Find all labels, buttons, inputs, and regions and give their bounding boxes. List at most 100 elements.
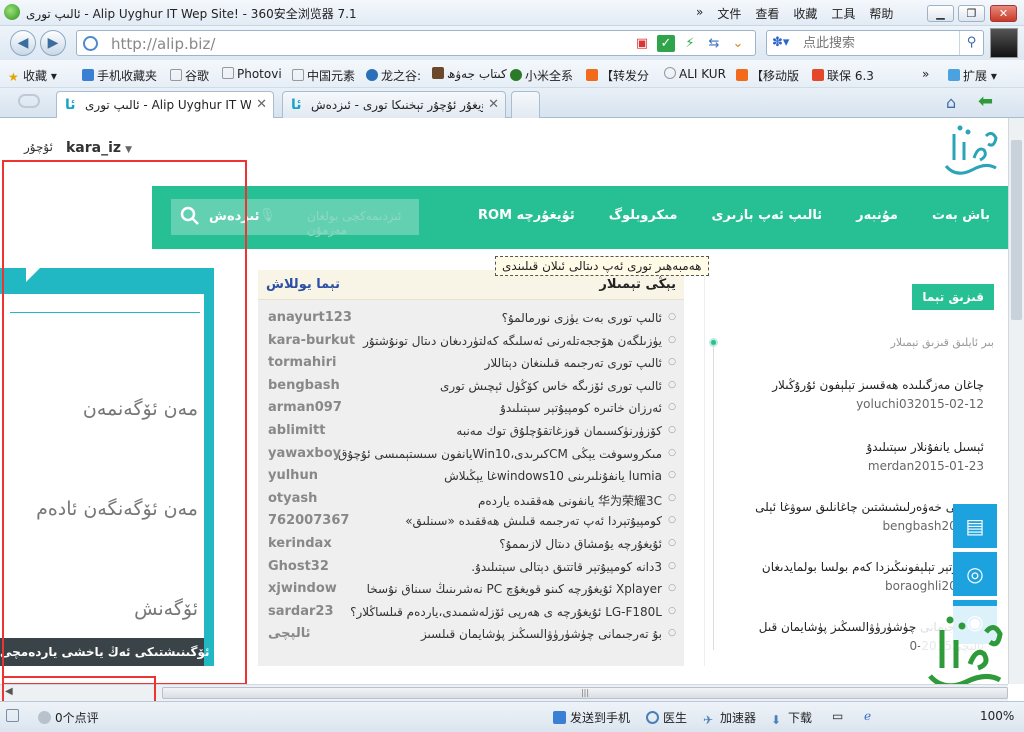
- menu-help[interactable]: 帮助: [869, 5, 893, 22]
- topic-row[interactable]: ablimitt كۆزۈرنۈكسىمان قوزغاتقۇچلۇق توك م…: [258, 421, 684, 443]
- topic-title[interactable]: ئالىپ تورى بەت يۈزى نورمالمۇ؟: [502, 311, 662, 325]
- notification-icon[interactable]: ▣: [633, 35, 651, 52]
- microphone-icon[interactable]: 🎙: [259, 208, 276, 223]
- topic-author[interactable]: yulhun: [268, 468, 318, 483]
- hot-topic-title[interactable]: بىرىنچى خەۋەرلىشىشتىن چاغانلىق سوۋغا ئېل…: [734, 500, 984, 514]
- download-button[interactable]: ⬇ 下载: [771, 709, 812, 727]
- topic-title[interactable]: بۇ تەرجىمانى چۈشۈرۈۋالسىڭىز پۈشايمان قىل…: [421, 627, 662, 641]
- site-search-box[interactable]: ئىزدەش 🎙 ئىزدىمەكچى بولغان مەزمۇن: [171, 199, 419, 237]
- topic-title[interactable]: يۈزىلگەن ھۆججەتلەرنى ئەسلىگە كەلتۈردىغان…: [363, 334, 662, 348]
- hot-topic-title[interactable]: ئېسىل يانفۇنلار سېتىلىدۇ: [734, 440, 984, 454]
- fav-google[interactable]: 谷歌: [170, 67, 209, 84]
- search-box[interactable]: ✽▾ ⚲: [766, 30, 984, 56]
- search-icon[interactable]: [179, 205, 201, 227]
- compat-mode-icon[interactable]: ⇆: [705, 35, 723, 52]
- topic-title[interactable]: lumia يانفۇنلىرىنى windows10غا يېڭىلاش: [444, 469, 662, 483]
- topic-row[interactable]: sardar23 LG-F180L ئۇيغۇرچە ى ھەرپى ئۆزلەش…: [258, 602, 684, 624]
- search-button[interactable]: ⚲: [959, 31, 983, 55]
- fav-kitab[interactable]: كىتاب جەۋھ: [432, 67, 507, 81]
- fav-mobile[interactable]: 手机收藏夹: [82, 67, 157, 84]
- site-logo[interactable]: [938, 120, 1004, 184]
- site-search-input[interactable]: ئىزدىمەكچى بولغان مەزمۇن: [307, 209, 419, 237]
- feedback-icon[interactable]: ▤: [953, 504, 997, 548]
- topic-title[interactable]: Xplayer ئۇيغۇرچە كىنو قويغۇچ PC نەشرىنىڭ…: [367, 582, 662, 596]
- topic-author[interactable]: ئالپچى: [268, 626, 310, 641]
- topic-row[interactable]: 762007367 كومپيۇتېردا ئەپ تەرجىمە قىلىش ھ…: [258, 511, 684, 533]
- topic-row[interactable]: tormahiri ئالىپ تورى تەرجىمە قىلىنغان دېت…: [258, 353, 684, 375]
- wechat-icon[interactable]: ◎: [953, 552, 997, 596]
- nav-uyghur-rom[interactable]: ئۇيغۇرچە ROM: [478, 208, 575, 223]
- topic-title[interactable]: كۆزۈرنۈكسىمان قوزغاتقۇچلۇق توك مەنبە: [456, 424, 662, 438]
- topic-title[interactable]: مىكروسوفت يېڭى CMكىرىدى،Win10يانفون سىست…: [338, 447, 662, 461]
- topic-title[interactable]: ئالىپ تورى تەرجىمە قىلىنغان دېتاللار: [485, 356, 662, 370]
- topic-row[interactable]: kerindax ئۇيغۇرچە يۇمشاق دىتال لازىممۇ؟ ○: [258, 534, 684, 556]
- fav-lenovo[interactable]: 联保 6.3: [812, 67, 874, 84]
- topic-row[interactable]: yulhun lumia يانفۇنلىرىنى windows10غا يېڭ…: [258, 466, 684, 488]
- close-icon[interactable]: ✕: [488, 97, 499, 112]
- topic-row[interactable]: Ghost32 3دانە كومپيۇتېر قاتتىق دېتالى سېت…: [258, 557, 684, 579]
- hot-topic-entry[interactable]: بىرىنچى خەۋەرلىشىشتىن چاغانلىق سوۋغا ئېل…: [734, 500, 984, 533]
- new-tab-button[interactable]: [511, 91, 540, 118]
- favorites-menu[interactable]: ★ 收藏 ▾: [8, 67, 57, 84]
- layout-icon[interactable]: ▭: [832, 709, 843, 723]
- home-icon[interactable]: ⌂: [946, 93, 956, 112]
- topic-row[interactable]: kara-burkut يۈزىلگەن ھۆججەتلەرنى ئەسلىگە …: [258, 331, 684, 353]
- fav-china-element[interactable]: 中国元素: [292, 67, 355, 84]
- fav-dragon-nest[interactable]: 龙之谷:: [366, 67, 421, 84]
- tab-alip-home[interactable]: ئا ئالىپ تورى - Alip Uyghur IT Wep ✕: [56, 91, 274, 119]
- topic-author[interactable]: otyash: [268, 491, 317, 506]
- nav-microblog[interactable]: مىكروبلوگ: [609, 208, 678, 223]
- fav-photovi[interactable]: Photovi: [222, 67, 282, 81]
- ie-icon[interactable]: ℯ: [864, 709, 871, 723]
- restore-button[interactable]: ❐: [958, 5, 985, 22]
- topic-title[interactable]: كومپيۇتېردا ئەپ تەرجىمە قىلىش ھەققىدە «س…: [405, 514, 662, 528]
- topic-title[interactable]: 3دانە كومپيۇتېر قاتتىق دېتالى سېتىلىدۇ.: [471, 560, 662, 574]
- nav-app-market[interactable]: ئالىپ ئەپ بازىرى: [711, 208, 822, 223]
- topic-title[interactable]: 华为荣耀3C يانفونى ھەققىدە ياردەم: [478, 492, 662, 509]
- comments-button[interactable]: 0个点评: [38, 709, 99, 726]
- undo-close-icon[interactable]: ⬅: [978, 91, 993, 112]
- menu-tools[interactable]: 工具: [831, 5, 855, 22]
- minimize-button[interactable]: ▁: [927, 5, 954, 22]
- topic-row[interactable]: bengbash ئالىپ تورى ئۆزىگە خاس كۆڭۈل ئېچى…: [258, 376, 684, 398]
- tab-alip-search[interactable]: ئا ئالىپ ئۇيغۇر ئۇچۇر تېخنىكا تورى - ئىز…: [282, 91, 506, 118]
- zoom-level[interactable]: 100%: [980, 709, 1014, 723]
- topic-author[interactable]: xjwindow: [268, 581, 337, 596]
- fav-forward[interactable]: 【转发分: [586, 67, 649, 84]
- topic-author[interactable]: kara-burkut: [268, 333, 355, 348]
- url-text[interactable]: http://alip.biz/: [111, 35, 215, 53]
- address-bar[interactable]: http://alip.biz/ ▣ ✓ ⚡ ⇆ ⌄: [76, 30, 756, 56]
- horizontal-scrollbar[interactable]: ◀ |||: [0, 684, 1008, 701]
- topic-title[interactable]: ئۇيغۇرچە يۇمشاق دىتال لازىممۇ؟: [499, 537, 662, 551]
- hot-topic-title[interactable]: چاغان مەزگىلىدە ھەقسىز تېلېفون ئۇرۇڭىلار: [734, 378, 984, 392]
- hot-topics-tag[interactable]: قىزىق تېما: [912, 284, 994, 310]
- learning-item-learn[interactable]: ئۆگەنش: [134, 598, 198, 620]
- learning-item-i-learn[interactable]: مەن ئۆگەنمەن: [83, 398, 198, 420]
- hot-topic-entry[interactable]: ئېسىل يانفۇنلار سېتىلىدۇ merdan2015-01-23: [734, 440, 984, 473]
- accelerator-button[interactable]: ✈ 加速器: [703, 709, 756, 727]
- menu-favorites[interactable]: 收藏: [793, 5, 817, 22]
- doctor-button[interactable]: 医生: [646, 709, 687, 726]
- menu-view[interactable]: 查看: [755, 5, 779, 22]
- topic-title[interactable]: ئالىپ تورى ئۆزىگە خاس كۆڭۈل ئېچىش تورى: [440, 379, 662, 393]
- username-dropdown[interactable]: kara_iz ▼: [66, 140, 132, 156]
- url-dropdown-icon[interactable]: ⌄: [729, 35, 747, 52]
- post-topic-link[interactable]: تېما يوللاش: [266, 277, 340, 292]
- topic-row[interactable]: anayurt123 ئالىپ تورى بەت يۈزى نورمالمۇ؟ ○: [258, 308, 684, 330]
- topic-row[interactable]: yawaxboy مىكروسوفت يېڭى CMكىرىدى،Win10يان…: [258, 444, 684, 466]
- topic-row[interactable]: xjwindow Xplayer ئۇيغۇرچە كىنو قويغۇچ PC …: [258, 579, 684, 601]
- vertical-scroll-thumb[interactable]: [1011, 140, 1022, 320]
- topic-author[interactable]: anayurt123: [268, 310, 352, 325]
- topic-author[interactable]: ablimitt: [268, 423, 325, 438]
- fav-more[interactable]: »: [922, 67, 929, 81]
- forward-button[interactable]: ▶: [40, 30, 66, 56]
- search-engine-icon[interactable]: ✽▾: [772, 35, 789, 50]
- speed-icon[interactable]: ⚡: [681, 35, 699, 52]
- fav-ali-kur[interactable]: ALI KUR: [664, 67, 726, 81]
- scroll-left-icon[interactable]: ◀: [5, 686, 13, 697]
- site-search-button[interactable]: ئىزدەش: [209, 209, 260, 224]
- search-input[interactable]: [803, 34, 953, 52]
- topic-row[interactable]: ئالپچى بۇ تەرجىمانى چۈشۈرۈۋالسىڭىز پۈشايم…: [258, 624, 684, 646]
- horizontal-scroll-thumb[interactable]: |||: [162, 687, 1008, 699]
- nav-forum[interactable]: مۇنبەر: [856, 208, 898, 223]
